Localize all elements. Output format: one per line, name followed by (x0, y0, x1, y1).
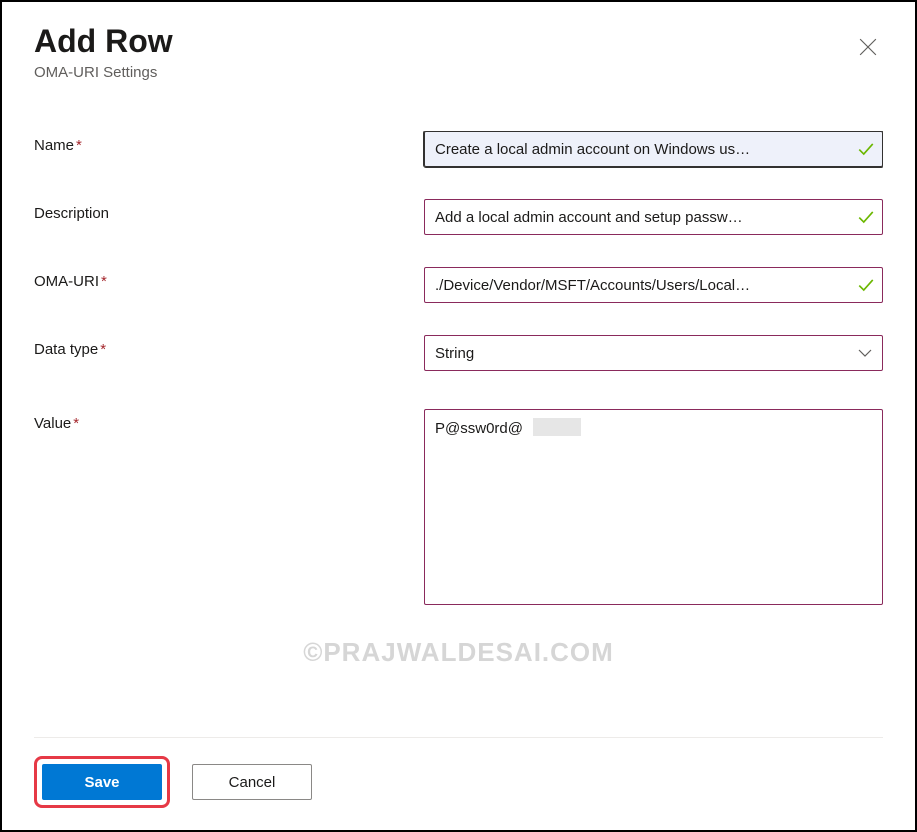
required-indicator: * (101, 273, 107, 290)
cancel-button[interactable]: Cancel (192, 764, 312, 800)
save-highlight-annotation: Save (34, 756, 170, 808)
close-icon (859, 44, 877, 59)
field-row-name: Name* (34, 131, 883, 167)
panel-subtitle: OMA-URI Settings (34, 64, 173, 81)
close-button[interactable] (851, 30, 885, 67)
name-input[interactable] (424, 131, 883, 167)
panel-title: Add Row (34, 22, 173, 60)
required-indicator: * (73, 415, 79, 432)
data-type-label: Data type* (34, 335, 424, 358)
form-body: Name* Description (34, 131, 883, 737)
description-label: Description (34, 199, 424, 222)
required-indicator: * (76, 137, 82, 154)
panel-header: Add Row OMA-URI Settings (34, 22, 883, 81)
data-type-select[interactable]: String (424, 335, 883, 371)
oma-uri-label: OMA-URI* (34, 267, 424, 290)
value-label: Value* (34, 409, 424, 432)
required-indicator: * (100, 341, 106, 358)
panel-footer: Save Cancel (34, 737, 883, 830)
oma-uri-input[interactable] (424, 267, 883, 303)
description-input[interactable] (424, 199, 883, 235)
field-row-oma-uri: OMA-URI* (34, 267, 883, 303)
save-button[interactable]: Save (42, 764, 162, 800)
name-label: Name* (34, 131, 424, 154)
field-row-value: Value* P@ssw0rd@ (34, 409, 883, 610)
field-row-data-type: Data type* String (34, 335, 883, 371)
value-textarea[interactable]: P@ssw0rd@ (424, 409, 883, 605)
field-row-description: Description (34, 199, 883, 235)
